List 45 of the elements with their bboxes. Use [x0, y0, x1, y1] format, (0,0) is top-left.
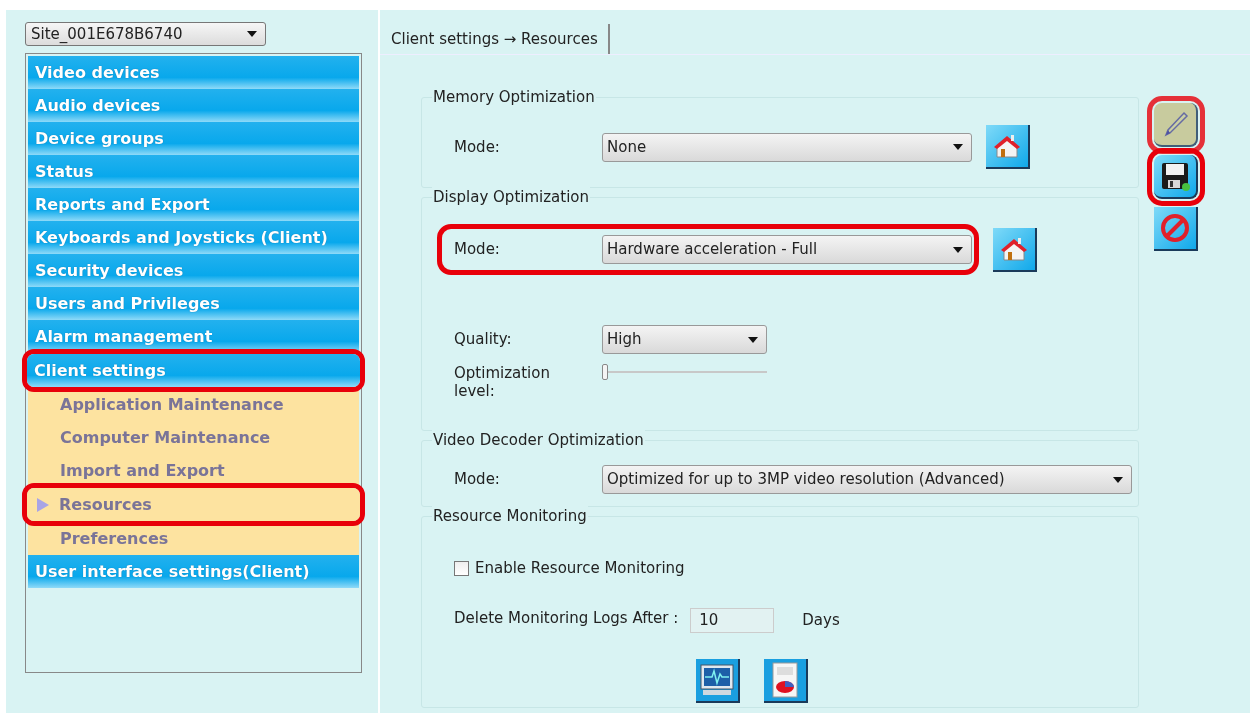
sidebar-subitem[interactable]: Resources [27, 488, 360, 521]
sidebar-item[interactable]: Video devices [28, 56, 359, 89]
sidebar-item[interactable]: Status [28, 155, 359, 188]
field-label: Quality: [454, 329, 513, 351]
sidebar-item[interactable]: User interface settings(Client) [28, 555, 359, 588]
field-label: Mode: [454, 239, 501, 261]
cancel-button[interactable] [1154, 207, 1198, 251]
sidebar-item[interactable]: Audio devices [28, 89, 359, 122]
unit-label: Days [802, 609, 840, 631]
sidebar-item[interactable]: Device groups [28, 122, 359, 155]
reset-button[interactable] [993, 227, 1037, 272]
caret-icon [1113, 476, 1123, 483]
mode-dropdown[interactable]: None [602, 132, 972, 162]
sidebar-item[interactable]: Keyboards and Joysticks (Client) [28, 221, 359, 254]
checkbox[interactable] [454, 560, 469, 576]
sidebar-subitem[interactable]: Computer Maintenance [28, 421, 359, 454]
caret-icon [748, 336, 758, 343]
cancel-icon [1159, 212, 1191, 244]
group-title: Display Optimization [432, 187, 590, 207]
pie-report-icon [770, 661, 800, 698]
sidebar-item[interactable]: Client settings [27, 354, 360, 387]
monitor-icon [699, 662, 735, 697]
checkbox-label: Enable Resource Monitoring [475, 558, 685, 579]
mode-dropdown[interactable]: Hardware acceleration - Full [602, 235, 972, 264]
caret-icon [953, 144, 963, 150]
field-label: Mode: [454, 136, 501, 158]
field-label: Mode: [454, 469, 501, 491]
field-label: Delete Monitoring Logs After : [454, 607, 679, 629]
slider-thumb[interactable] [602, 364, 608, 380]
sidebar-item[interactable]: Users and Privileges [28, 287, 359, 320]
field-label: Optimization level: [454, 364, 551, 400]
group-title: Video Decoder Optimization [432, 430, 645, 450]
caret-icon [247, 31, 257, 37]
sidebar-item[interactable]: Reports and Export [28, 188, 359, 221]
sidebar-item[interactable]: Security devices [28, 254, 359, 287]
group-title: Memory Optimization [432, 87, 596, 107]
days-input-field[interactable]: 10 [690, 607, 775, 633]
mode-dropdown[interactable]: High [602, 325, 767, 354]
monitor-button[interactable] [696, 658, 740, 703]
group-title: Resource Monitoring [432, 506, 588, 526]
site-dropdown[interactable]: Site_001E678B6740 [25, 22, 266, 46]
report-button[interactable] [764, 658, 808, 703]
reset-button[interactable] [986, 125, 1030, 169]
mode-dropdown[interactable]: Optimized for up to 3MP video resolution (Advanced) [602, 465, 1132, 494]
caret-icon [953, 246, 963, 253]
